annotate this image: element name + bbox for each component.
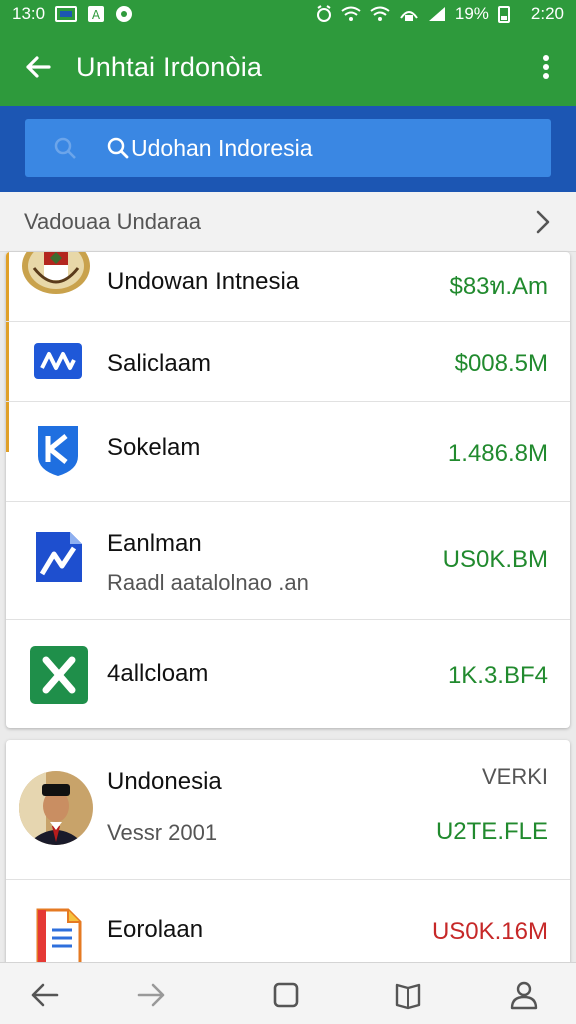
person-badge: VERKI: [481, 764, 548, 789]
wifi-alt-icon: [370, 6, 390, 21]
app-title: Unhtai Irdonòia: [76, 51, 263, 82]
item-label: 4allcloam: [107, 660, 209, 687]
back-button[interactable]: [0, 28, 76, 106]
book-icon: [395, 983, 421, 1010]
item-label: Eorolaan: [107, 916, 204, 943]
notification-app-icon: A: [88, 6, 105, 22]
wifi-icon: [341, 6, 361, 21]
list-item[interactable]: Saliclaam $008.5M: [6, 322, 570, 402]
k-shield-icon: [38, 426, 78, 476]
status-clock: 2:20: [530, 4, 564, 23]
search-band: Udohan Indoresia: [0, 106, 576, 192]
arrow-back-icon: [26, 56, 51, 78]
emblem-icon: [22, 252, 90, 294]
search-text: Udohan Indoresia: [131, 134, 313, 161]
wave-app-icon: [34, 343, 82, 379]
item-value: $83ท.Am: [449, 273, 548, 300]
battery-icon: [497, 5, 510, 23]
signal-icon: [428, 7, 445, 21]
document-icon: [36, 908, 82, 964]
chart-app-icon: [36, 532, 82, 582]
nav-back-icon: [31, 983, 59, 1007]
list-item[interactable]: Undowan Intnesia $83ท.Am: [6, 252, 570, 322]
section-header[interactable]: Vadouaa Undaraa: [0, 192, 576, 252]
nav-profile-button[interactable]: [506, 977, 542, 1013]
search-ghost-icon: [54, 137, 76, 159]
bottom-navigation: [0, 962, 576, 1024]
list-item[interactable]: Sokelam 1.486.8M: [6, 402, 570, 502]
item-sublabel: Raadl aatalolnao .an: [107, 570, 309, 595]
section-title: Vadouaa Undaraa: [24, 208, 201, 234]
status-bar: 13:0 A 19% 2:20: [0, 0, 576, 28]
cast-icon: [400, 11, 418, 21]
app-bar: Unhtai Irdonòia: [0, 28, 576, 106]
item-value: US0K.BM: [442, 546, 548, 573]
nav-bookmarks-button[interactable]: [390, 977, 426, 1013]
item-label: Eanlman: [107, 530, 202, 557]
item-label: Sokelam: [107, 434, 201, 461]
item-value: 1K.3.BF4: [447, 662, 548, 689]
battery-percent: 19%: [454, 4, 489, 23]
overflow-menu-button[interactable]: [516, 28, 576, 106]
person-row[interactable]: Undonesia Vessr 2001 VERKI U2TE.FLE: [6, 740, 570, 880]
square-icon: [273, 982, 299, 1008]
chevron-right-icon: [536, 210, 550, 234]
more-vert-icon: [543, 55, 549, 79]
nav-back-button[interactable]: [26, 977, 62, 1013]
search-icon: [107, 137, 129, 159]
excel-icon: [30, 646, 88, 704]
item-value: 1.486.8M: [447, 440, 548, 467]
person-name: Undonesia: [107, 768, 222, 795]
item-value: $008.5M: [454, 350, 548, 377]
notification-mail-icon: [55, 6, 78, 22]
nav-tabs-button[interactable]: [268, 977, 304, 1013]
nav-forward-button[interactable]: [134, 977, 170, 1013]
svg-text:A: A: [92, 8, 101, 22]
list-item[interactable]: Eanlman Raadl aatalolnao .an US0K.BM: [6, 502, 570, 620]
notification-dot-icon: [116, 6, 133, 22]
list-card: Undowan Intnesia $83ท.Am Saliclaam $008.…: [6, 252, 570, 728]
status-time: 13:0: [12, 4, 46, 23]
person-icon: [510, 981, 538, 1010]
item-label: Saliclaam: [107, 350, 212, 377]
alarm-icon: [316, 5, 331, 22]
search-input[interactable]: Udohan Indoresia: [25, 119, 551, 177]
person-sublabel: Vessr 2001: [107, 820, 218, 845]
nav-forward-icon: [137, 983, 165, 1007]
item-label: Undowan Intnesia: [107, 268, 300, 295]
list-item[interactable]: 4allcloam 1K.3.BF4: [6, 620, 570, 728]
person-value: U2TE.FLE: [435, 818, 548, 845]
person-avatar: [19, 771, 93, 845]
person-card: Undonesia Vessr 2001 VERKI U2TE.FLE Eoro…: [6, 740, 570, 980]
item-value: US0K.16M: [431, 918, 548, 945]
